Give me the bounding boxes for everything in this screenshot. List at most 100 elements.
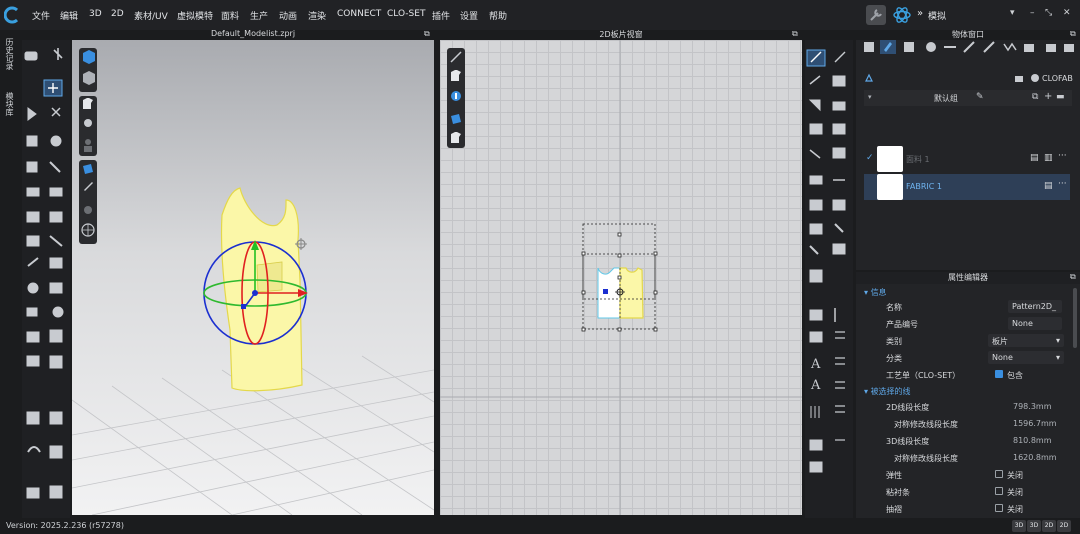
more-options-icon[interactable]: ··· [1058,179,1067,189]
property-scrollbar[interactable] [1073,288,1077,348]
name-label: 名称 [886,303,902,312]
avatar-icon [84,206,92,214]
techpack-checkbox[interactable] [995,370,1003,378]
panel-maximize-icon[interactable]: ⧉ [1070,272,1076,282]
menu-help[interactable]: 帮助 [489,9,507,22]
tool-icon [49,282,63,294]
menu-2d[interactable]: 2D [111,9,124,19]
trim-tab-icon [1003,42,1017,52]
save-icon[interactable]: ▤ [1030,153,1039,163]
fitting-mode-button[interactable] [892,5,912,25]
maximize-2d-icon[interactable]: ⧉ [792,29,798,39]
adjust-pattern-tool-icon [806,49,826,67]
shirring-checkbox[interactable] [995,504,1003,512]
len2d-value: 798.3mm [1013,402,1052,411]
category-select[interactable]: 板片 ▾ [988,334,1064,347]
copy-icon[interactable]: ⧉ [1032,92,1038,102]
view-3d-button[interactable]: 3D [1012,520,1026,532]
tool-icon [809,439,823,451]
menu-production[interactable]: 生产 [250,9,268,22]
more-options-icon[interactable]: ··· [1058,151,1067,161]
tool-icon [835,405,845,413]
line-tab-icon [963,41,975,53]
group-label: 默认组 [934,94,958,103]
viewport-3d[interactable] [72,40,434,515]
fabric-list-item-selected[interactable]: FABRIC 1 ▤ ··· [864,174,1070,200]
folder-add-icon[interactable]: ▬ [1056,92,1065,102]
viewport-2d[interactable] [440,40,802,515]
version-label: Version: 2025.2.236 (r57278) [6,521,124,530]
chevron-down-icon[interactable]: ▾ [868,93,872,101]
sym3d-label: 对称修改线段长度 [894,454,958,463]
tape-value: 关闭 [1007,488,1023,497]
clofab-icon[interactable] [1030,73,1040,83]
len2d-label: 2D线段长度 [886,403,930,412]
delete-icon[interactable]: ▥ [1044,153,1053,163]
classification-select[interactable]: None ▾ [988,351,1064,364]
tool-icon [51,107,61,117]
menu-clo-set[interactable]: CLO-SET [387,9,425,19]
toolbar-2d: A A [805,40,853,518]
view-2d-button[interactable]: 2D [1042,520,1056,532]
group-header[interactable]: ▾ 默认组 ✎ ⧉ + ▬ [864,90,1072,106]
menu-3d[interactable]: 3D [89,9,102,19]
fabric-name: 面料 1 [906,155,930,164]
menu-avatar[interactable]: 虚拟模特 [177,9,213,22]
section-info-header[interactable]: ▾ 信息 [864,287,887,298]
tool-icon [26,135,38,147]
check-icon: ✓ [866,153,874,163]
tool-icon [834,223,844,233]
menu-settings[interactable]: 设置 [460,9,478,22]
menu-fabric[interactable]: 面料 [221,9,239,22]
menu-edit[interactable]: 编辑 [60,9,78,22]
close-button[interactable]: ✕ [1063,8,1071,18]
product-code-input[interactable]: None [1008,317,1062,330]
elastic-label: 弹性 [886,471,902,480]
garment-3d[interactable] [220,187,303,392]
menu-render[interactable]: 渲染 [308,9,326,22]
mode-label[interactable]: 模拟 [928,9,946,22]
minimize-button[interactable]: – [1030,8,1035,18]
view-2d-full-button[interactable]: 2D [1057,520,1071,532]
menu-file[interactable]: 文件 [32,9,50,22]
save-icon[interactable]: ▤ [1044,181,1053,191]
viewport-3d-title: Default_Modelist.zprj [210,29,296,38]
tool-icon [809,149,821,159]
restore-button[interactable]: ⤡ [1045,8,1052,18]
tool-icon [809,123,823,135]
menu-plugins[interactable]: 插件 [432,9,450,22]
fabric-list-item[interactable]: ✓ 面料 1 ▤ ▥ ··· [864,146,1070,172]
pattern-display-icon [451,70,461,81]
simulation-toggle-button[interactable] [866,5,886,25]
mode-dropdown-chevron-icon[interactable]: ▾ [1010,8,1015,18]
clofab-label[interactable]: CLOFAB [1042,74,1073,83]
tab-history[interactable]: 历史记录 [4,38,15,70]
elastic-checkbox[interactable] [995,470,1003,478]
tape-checkbox[interactable] [995,487,1003,495]
tool-icon [832,75,846,87]
menu-connect[interactable]: CONNECT [337,9,381,19]
tool-icon [809,245,819,255]
tool-icon [832,243,846,255]
zipper-tab-icon [983,41,995,53]
panel-maximize-icon[interactable]: ⧉ [1070,29,1076,39]
add-icon[interactable]: + [1044,91,1052,102]
menu-animation[interactable]: 动画 [279,9,297,22]
name-input[interactable]: Pattern2D_ [1008,300,1062,313]
view-3d-full-button[interactable]: 3D [1027,520,1041,532]
classification-label: 分类 [886,354,902,363]
toolbar-2d-icons: A A [806,49,846,473]
pen-display-icon [450,51,462,63]
object-window-title: 物体窗口 [952,30,984,39]
tab-module-library[interactable]: 模块库 [4,92,15,116]
menu-material-uv[interactable]: 素材/UV [134,9,168,22]
tool-icon [49,211,63,223]
maximize-3d-icon[interactable]: ⧉ [424,29,430,39]
tool-icon [49,355,63,369]
rename-icon[interactable]: ✎ [976,92,984,102]
tool-icon [49,187,63,197]
folder-icon[interactable] [1014,73,1024,83]
pattern-piece[interactable] [597,267,644,319]
fabric-add-icon[interactable] [864,73,874,83]
section-selected-lines-header[interactable]: ▾ 被选择的线 [864,386,911,397]
